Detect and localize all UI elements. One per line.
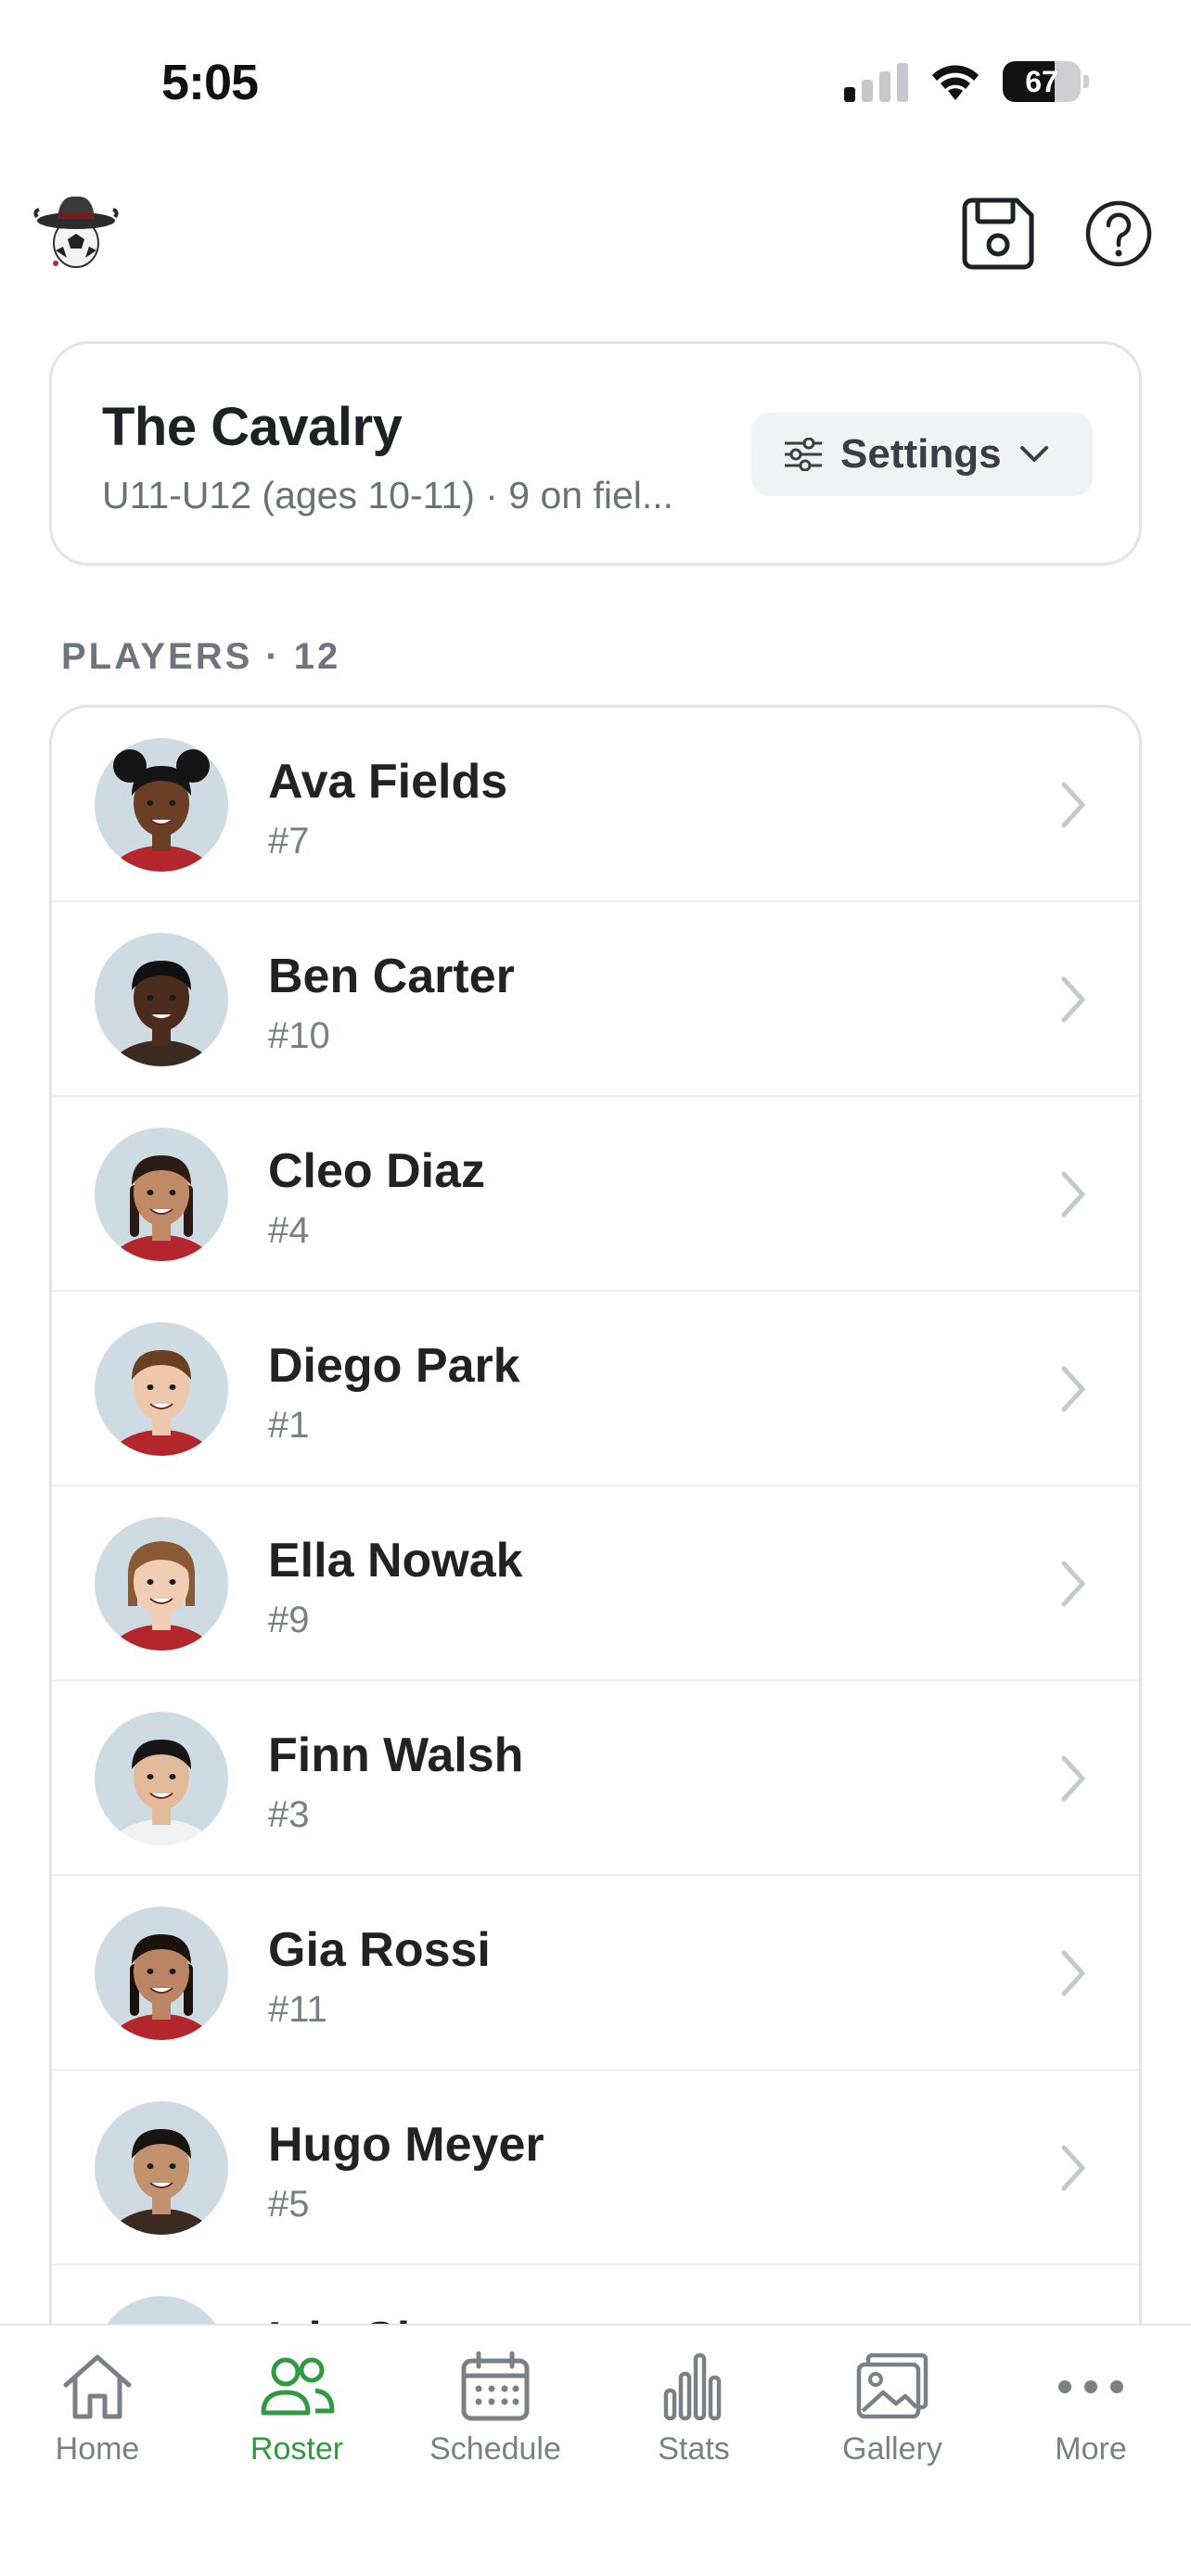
status-time: 5:05 [161,55,259,110]
player-name: Hugo Meyer [268,2118,544,2172]
player-row[interactable]: Hugo Meyer #5 [52,2071,1139,2265]
chevron-right-icon [1061,976,1085,1023]
player-avatar [95,1906,228,2040]
chevron-right-icon [1061,1755,1085,1802]
tab-label-schedule: Schedule [429,2431,561,2467]
settings-label: Settings [840,431,1002,477]
cellular-signal-icon [844,61,908,102]
player-name: Gia Rossi [268,1923,491,1977]
player-number: #3 [268,1794,310,1835]
player-avatar [95,1712,228,1845]
player-name: Cleo Diaz [268,1144,486,1198]
player-row[interactable]: Diego Park #1 [52,1292,1139,1486]
tab-home[interactable]: Home [5,2350,190,2489]
battery-icon: 67 [1003,61,1089,102]
chevron-right-icon [1061,2145,1085,2191]
tab-label-roster: Roster [250,2431,344,2467]
users-icon [261,2357,335,2416]
chevron-right-icon [1061,1171,1085,1218]
image-icon [856,2353,928,2419]
settings-button[interactable]: Settings [751,413,1093,496]
chevron-right-icon [1061,1366,1085,1412]
players-section-label: PLAYERS · 12 [61,636,341,677]
player-avatar [95,1322,228,1456]
more-dots-icon [1058,2380,1123,2393]
help-button[interactable] [1083,198,1154,269]
player-number: #4 [268,1210,310,1251]
player-row[interactable]: Ella Nowak #9 [52,1486,1139,1681]
tab-label-more: More [1055,2431,1127,2467]
player-number: #5 [268,2184,310,2225]
tab-label-stats: Stats [658,2431,730,2467]
chevron-down-icon [1019,446,1048,462]
wifi-icon [932,65,979,100]
player-row[interactable]: Ava Fields #7 [52,708,1139,902]
player-row[interactable]: Cleo Diaz #4 [52,1097,1139,1292]
player-number: #7 [268,821,310,861]
calendar-icon [461,2351,530,2421]
team-subtitle: U11-U12 (ages 10-11) · 9 on fiel... [102,474,674,516]
question-circle-icon [1085,200,1152,267]
tab-label-home: Home [55,2431,140,2467]
player-name: Ella Nowak [268,1534,523,1588]
battery-percent: 67 [1025,64,1058,98]
status-bar: 5:05 67 [0,0,1191,167]
player-number: #9 [268,1600,310,1640]
status-icons: 67 [844,61,1089,102]
tab-label-gallery: Gallery [842,2431,942,2467]
team-card: The Cavalry U11-U12 (ages 10-11) · 9 on … [49,341,1142,566]
home-icon [63,2354,132,2419]
cowboy-soccer-ball-icon[interactable] [32,185,121,274]
tab-roster[interactable]: Roster [204,2350,390,2489]
tab-bar: Home Roster Schedule Stats Gallery More [0,2324,1191,2576]
player-avatar [95,2101,228,2235]
chevron-right-icon [1061,1950,1085,1996]
player-avatar [95,1517,228,1651]
player-list: Ava Fields #7 Ben Carter #10 Cleo Diaz #4 [49,705,1142,2337]
player-avatar [95,1128,228,1261]
chevron-right-icon [1061,782,1085,828]
player-name: Ava Fields [268,755,508,809]
player-row[interactable]: Finn Walsh #3 [52,1681,1139,1876]
player-number: #1 [268,1405,310,1446]
player-name: Finn Walsh [268,1728,524,1782]
chevron-right-icon [1061,1561,1085,1607]
save-button[interactable] [959,195,1037,273]
tab-stats[interactable]: Stats [601,2350,787,2489]
player-row[interactable]: Ben Carter #10 [52,902,1139,1097]
sliders-icon [785,438,822,471]
player-row[interactable]: Gia Rossi #11 [52,1876,1139,2071]
tab-gallery[interactable]: Gallery [800,2350,985,2489]
tab-more[interactable]: More [998,2350,1184,2489]
player-name: Diego Park [268,1339,520,1393]
tab-schedule[interactable]: Schedule [403,2350,588,2489]
floppy-disk-icon [962,198,1034,270]
player-number: #11 [268,1989,327,2030]
player-avatar [95,738,228,872]
bar-chart-icon [663,2353,722,2421]
player-name: Ben Carter [268,950,515,1003]
player-avatar [95,933,228,1066]
team-name: The Cavalry [102,397,403,457]
player-number: #10 [268,1015,330,1056]
